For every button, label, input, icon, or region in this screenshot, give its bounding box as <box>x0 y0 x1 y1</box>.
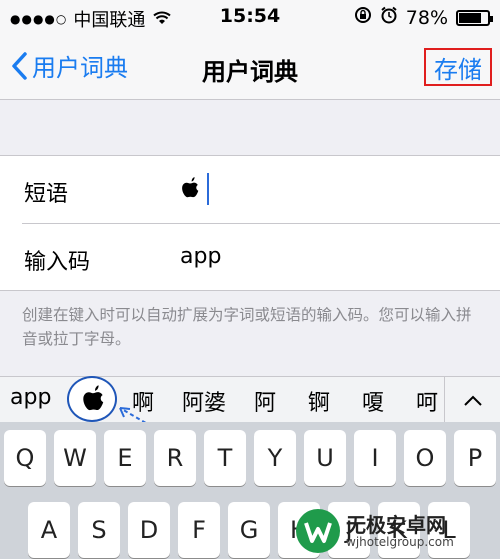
key-u[interactable]: U <box>304 430 346 486</box>
battery-level-fill <box>459 12 481 23</box>
status-bar: ●●●●○ 中国联通 15:54 78% <box>0 0 500 34</box>
suggestion-app[interactable]: app <box>10 385 51 410</box>
suggestion-6[interactable]: 呵 <box>416 385 438 417</box>
key-i[interactable]: I <box>354 430 396 486</box>
apple-logo-icon <box>182 177 199 198</box>
watermark-url: wjhotelgroup.com <box>346 535 454 549</box>
battery-cap <box>490 15 493 22</box>
watermark-logo-icon <box>296 509 340 553</box>
key-s[interactable]: S <box>78 502 120 558</box>
suggestion-4[interactable]: 锕 <box>308 385 330 417</box>
key-r[interactable]: R <box>154 430 196 486</box>
key-t[interactable]: T <box>204 430 246 486</box>
expand-candidates-button[interactable] <box>444 377 500 423</box>
suggestion-3[interactable]: 阿 <box>254 385 276 417</box>
key-o[interactable]: O <box>404 430 446 486</box>
key-p[interactable]: P <box>454 430 496 486</box>
input-code-row[interactable]: 输入码 app <box>0 224 500 292</box>
shortcut-form: 短语 输入码 app <box>0 155 500 291</box>
phrase-label: 短语 <box>24 182 69 207</box>
watermark: 无极安卓网 wjhotelgroup.com <box>296 505 496 557</box>
suggestion-5[interactable]: 嗄 <box>362 385 384 417</box>
key-a[interactable]: A <box>28 502 70 558</box>
help-note: 创建在键入时可以自动扩展为字词或短语的输入码。您可以输入拼音或拉丁字母。 <box>22 306 472 348</box>
text-cursor <box>207 173 209 205</box>
key-g[interactable]: G <box>228 502 270 558</box>
watermark-name: 无极安卓网 <box>346 513 446 537</box>
battery-icon <box>456 9 493 26</box>
key-f[interactable]: F <box>178 502 220 558</box>
chevron-up-icon <box>463 395 482 406</box>
navigation-bar: 用户词典 用户词典 存储 <box>0 34 500 100</box>
input-code-field[interactable]: app <box>180 244 221 269</box>
suggestion-bar: app 啊 阿婆 阿 锕 嗄 呵 <box>0 376 500 423</box>
status-right: 78% <box>354 6 493 29</box>
key-q[interactable]: Q <box>4 430 46 486</box>
rotation-lock-icon <box>354 6 372 29</box>
battery-percent: 78% <box>405 6 448 29</box>
apple-logo-icon <box>83 385 104 411</box>
save-button[interactable]: 存储 <box>424 48 492 86</box>
input-code-label: 输入码 <box>24 250 91 275</box>
key-y[interactable]: Y <box>254 430 296 486</box>
alarm-icon <box>380 6 398 29</box>
key-d[interactable]: D <box>128 502 170 558</box>
key-e[interactable]: E <box>104 430 146 486</box>
phrase-row[interactable]: 短语 <box>0 156 500 224</box>
key-w[interactable]: W <box>54 430 96 486</box>
